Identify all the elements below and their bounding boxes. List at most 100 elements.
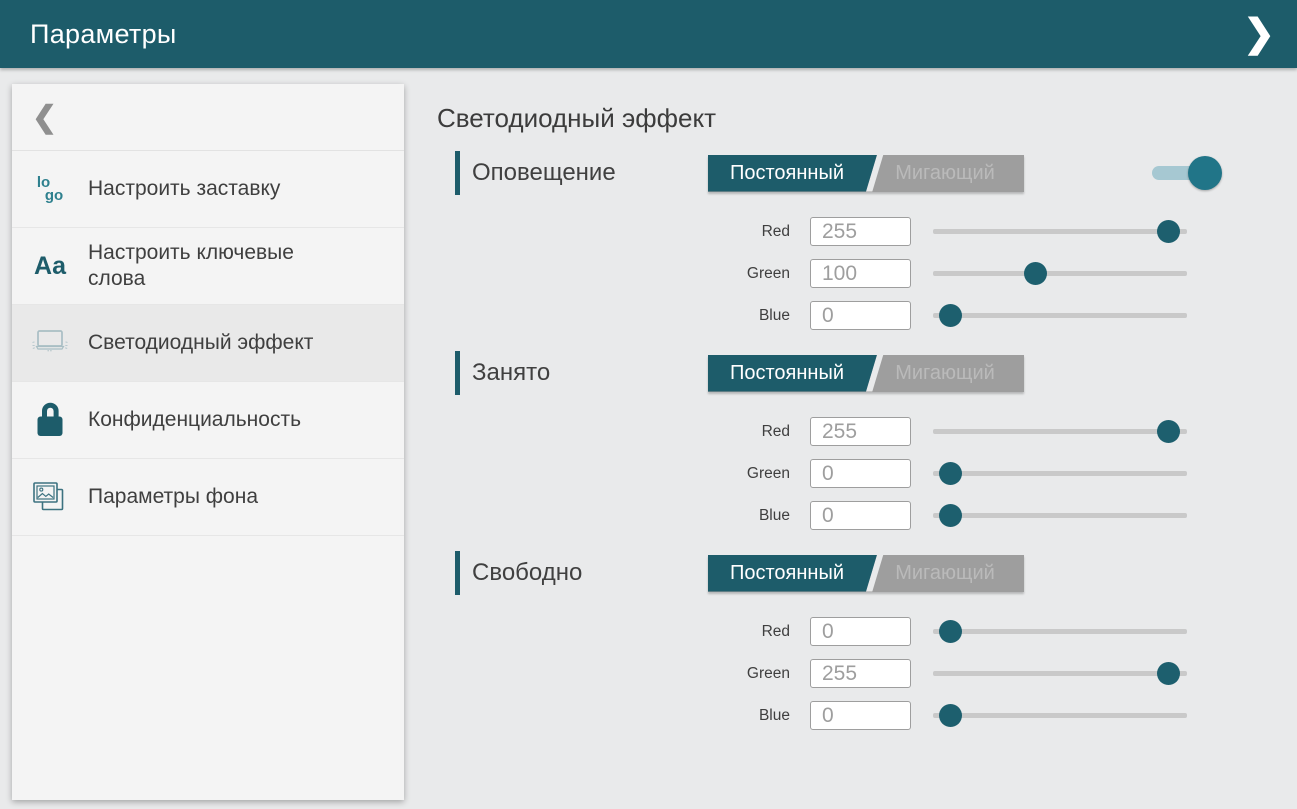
- sidebar-item-3[interactable]: Конфиденциальность: [12, 382, 404, 459]
- mode-option-blinking[interactable]: Мигающий: [866, 355, 1024, 392]
- mode-option-blinking[interactable]: Мигающий: [866, 555, 1024, 592]
- switch-thumb: [1188, 156, 1222, 190]
- green-row: Green: [437, 658, 1297, 689]
- red-value-input[interactable]: [810, 617, 911, 646]
- mode-toggle: ПостоянныйМигающий: [708, 355, 1024, 392]
- blue-slider[interactable]: [933, 300, 1187, 331]
- mode-option-solid[interactable]: Постоянный: [708, 555, 866, 592]
- red-slider[interactable]: [933, 616, 1187, 647]
- slider-track: [933, 629, 1187, 634]
- led-section-0: ОповещениеПостоянныйМигающий Red Green Blue: [437, 151, 1297, 331]
- blue-slider[interactable]: [933, 700, 1187, 731]
- red-row: Red: [437, 616, 1297, 647]
- red-value-input[interactable]: [810, 217, 911, 246]
- blue-slider[interactable]: [933, 500, 1187, 531]
- led-sections: ОповещениеПостоянныйМигающийRedGreenBlue…: [437, 151, 1297, 731]
- keywords-icon: Aa: [12, 252, 88, 281]
- slider-thumb[interactable]: [939, 304, 962, 327]
- section-header: ОповещениеПостоянныйМигающий: [437, 151, 1297, 195]
- settings-window: Параметры ❯ ❮ logoНастроить заставкуAaНа…: [0, 0, 1297, 809]
- slider-track: [933, 271, 1187, 276]
- section-header: СвободноПостоянныйМигающий: [437, 551, 1297, 595]
- red-slider[interactable]: [933, 416, 1187, 447]
- green-slider[interactable]: [933, 258, 1187, 289]
- section-header: ЗанятоПостоянныйМигающий: [437, 351, 1297, 395]
- blue-row: Blue: [437, 300, 1297, 331]
- slider-thumb[interactable]: [939, 704, 962, 727]
- main-panel: Светодиодный эффект ОповещениеПостоянный…: [437, 84, 1297, 731]
- mode-toggle: ПостоянныйМигающий: [708, 155, 1024, 192]
- green-label: Green: [437, 265, 790, 283]
- blue-row: Blue: [437, 700, 1297, 731]
- sidebar-item-label: Светодиодный эффект: [88, 330, 313, 356]
- sidebar-item-label: Настроить ключевые слова: [88, 240, 318, 292]
- slider-track: [933, 313, 1187, 318]
- forward-chevron-icon[interactable]: ❯: [1235, 0, 1283, 68]
- accent-bar: [455, 551, 460, 595]
- slider-thumb[interactable]: [1157, 662, 1180, 685]
- slider-thumb[interactable]: [939, 620, 962, 643]
- sidebar-menu: logoНастроить заставкуAaНастроить ключев…: [12, 151, 404, 536]
- lock-icon: [12, 400, 88, 440]
- red-row: Red: [437, 416, 1297, 447]
- slider-track: [933, 513, 1187, 518]
- page-title: Параметры: [30, 19, 177, 50]
- content-title: Светодиодный эффект: [437, 100, 1297, 136]
- green-label: Green: [437, 465, 790, 483]
- accent-bar: [455, 151, 460, 195]
- section-name: Занято: [472, 359, 708, 387]
- sidebar-item-4[interactable]: Параметры фона: [12, 459, 404, 536]
- slider-thumb[interactable]: [1157, 420, 1180, 443]
- green-value-input[interactable]: [810, 459, 911, 488]
- blue-value-input[interactable]: [810, 701, 911, 730]
- back-chevron-icon: ❮: [32, 100, 57, 135]
- section-name: Свободно: [472, 559, 708, 587]
- red-label: Red: [437, 623, 790, 641]
- green-row: Green: [437, 458, 1297, 489]
- slider-thumb[interactable]: [939, 504, 962, 527]
- logo-icon: logo: [12, 176, 88, 202]
- green-value-input[interactable]: [810, 259, 911, 288]
- rgb-controls: Red Green Blue: [437, 616, 1297, 731]
- blue-label: Blue: [437, 707, 790, 725]
- green-slider[interactable]: [933, 458, 1187, 489]
- slider-thumb[interactable]: [939, 462, 962, 485]
- blue-row: Blue: [437, 500, 1297, 531]
- mode-option-solid[interactable]: Постоянный: [708, 155, 866, 192]
- red-value-input[interactable]: [810, 417, 911, 446]
- slider-thumb[interactable]: [1157, 220, 1180, 243]
- sidebar-item-label: Настроить заставку: [88, 176, 280, 202]
- green-slider[interactable]: [933, 658, 1187, 689]
- slider-track: [933, 671, 1187, 676]
- green-value-input[interactable]: [810, 659, 911, 688]
- rgb-controls: Red Green Blue: [437, 216, 1297, 331]
- sidebar-item-1[interactable]: AaНастроить ключевые слова: [12, 228, 404, 305]
- red-row: Red: [437, 216, 1297, 247]
- slider-track: [933, 429, 1187, 434]
- slider-thumb[interactable]: [1024, 262, 1047, 285]
- led-section-1: ЗанятоПостоянныйМигающий Red Green Blue: [437, 351, 1297, 531]
- green-row: Green: [437, 258, 1297, 289]
- sidebar: ❮ logoНастроить заставкуAaНастроить ключ…: [12, 84, 404, 800]
- back-button[interactable]: ❮: [12, 84, 404, 151]
- accent-bar: [455, 351, 460, 395]
- background-images-icon: [12, 476, 88, 518]
- blue-value-input[interactable]: [810, 501, 911, 530]
- enable-switch[interactable]: [1152, 166, 1205, 180]
- red-label: Red: [437, 223, 790, 241]
- section-name: Оповещение: [472, 159, 708, 187]
- slider-track: [933, 713, 1187, 718]
- slider-track: [933, 229, 1187, 234]
- led-monitor-icon: [12, 324, 88, 362]
- green-label: Green: [437, 665, 790, 683]
- mode-option-solid[interactable]: Постоянный: [708, 355, 866, 392]
- sidebar-item-0[interactable]: logoНастроить заставку: [12, 151, 404, 228]
- red-slider[interactable]: [933, 216, 1187, 247]
- sidebar-item-2[interactable]: Светодиодный эффект: [12, 305, 404, 382]
- blue-value-input[interactable]: [810, 301, 911, 330]
- app-header: Параметры ❯: [0, 0, 1297, 68]
- red-label: Red: [437, 423, 790, 441]
- mode-toggle: ПостоянныйМигающий: [708, 555, 1024, 592]
- mode-option-blinking[interactable]: Мигающий: [866, 155, 1024, 192]
- slider-track: [933, 471, 1187, 476]
